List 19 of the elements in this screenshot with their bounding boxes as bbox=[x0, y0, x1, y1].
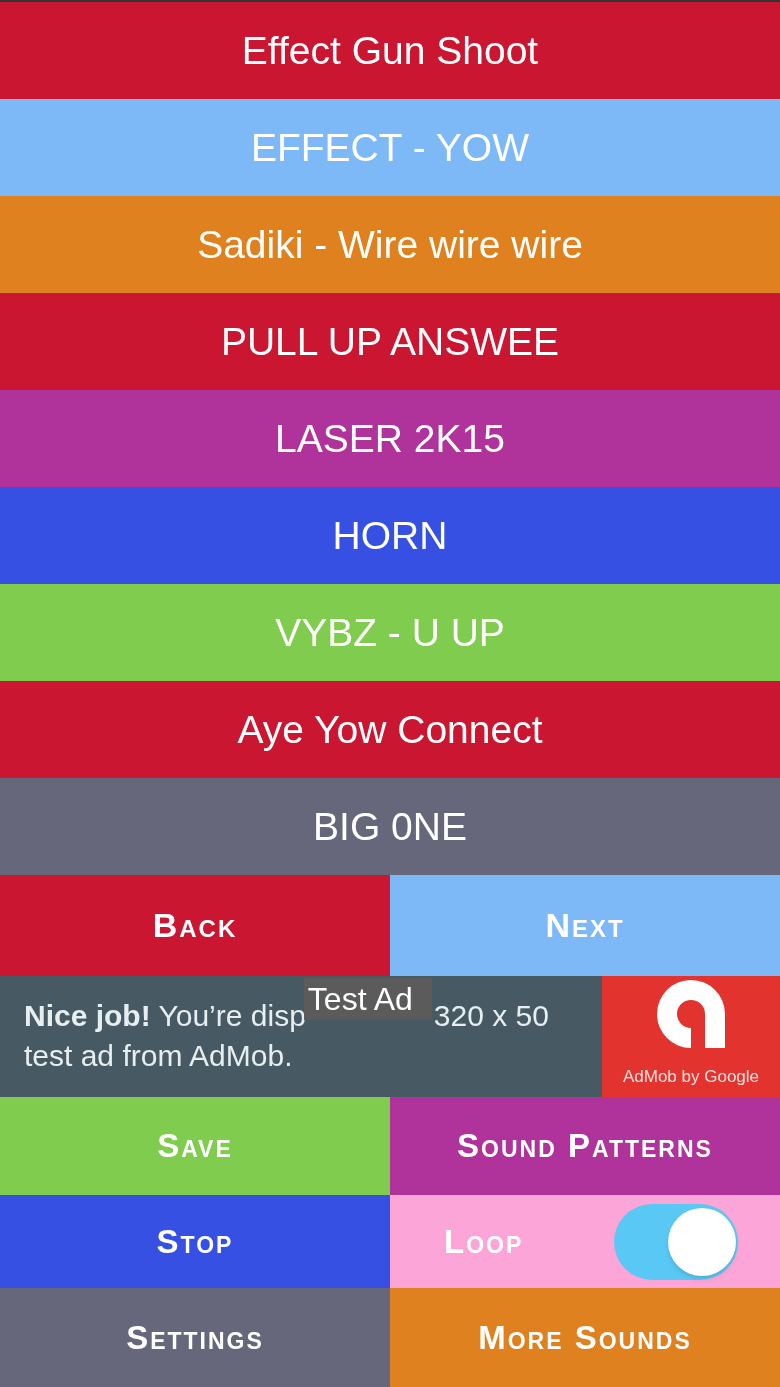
action-button[interactable]: Settings bbox=[0, 1288, 390, 1387]
sound-button[interactable]: Sadiki - Wire wire wire bbox=[0, 196, 780, 293]
sound-button[interactable]: HORN bbox=[0, 487, 780, 584]
action-button[interactable]: More Sounds bbox=[390, 1288, 780, 1387]
sound-button[interactable]: PULL UP ANSWEE bbox=[0, 293, 780, 390]
action-button[interactable]: Sound Patterns bbox=[390, 1097, 780, 1195]
ad-banner[interactable]: Nice job! You’re dispTest Ad 320 x 50 test ad from AdMob. bbox=[0, 975, 602, 1097]
sound-button[interactable]: LASER 2K15 bbox=[0, 390, 780, 487]
admob-brand-text: AdMob by Google bbox=[622, 1065, 760, 1088]
action-button[interactable]: Stop bbox=[0, 1195, 390, 1288]
admob-logo-panel[interactable]: AdMob by Google bbox=[602, 975, 780, 1097]
ad-text: 320 x 50 bbox=[433, 998, 549, 1035]
sound-button[interactable]: Aye Yow Connect bbox=[0, 681, 780, 778]
sound-button[interactable]: Effect Gun Shoot bbox=[0, 2, 780, 99]
ad-text: Nice job! You’re disp bbox=[24, 998, 306, 1035]
loop-label: Loop bbox=[444, 1221, 524, 1262]
ad-text: test ad from AdMob. bbox=[24, 1038, 294, 1075]
back-button[interactable]: Back bbox=[0, 875, 390, 976]
sound-button[interactable]: BIG 0NE bbox=[0, 778, 780, 875]
